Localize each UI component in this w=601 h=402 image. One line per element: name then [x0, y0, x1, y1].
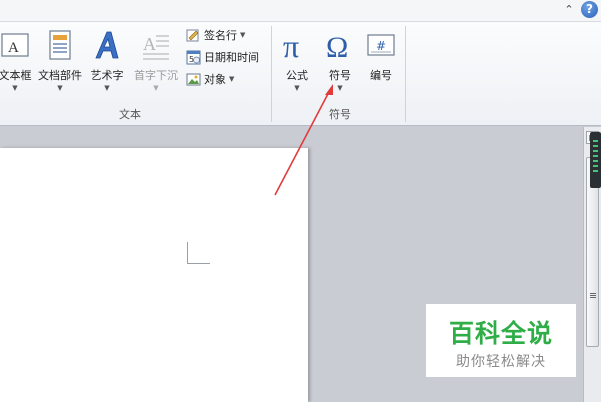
- grip-icon: [590, 293, 596, 294]
- chevron-down-icon: ▼: [229, 75, 235, 83]
- chevron-down-icon: ▼: [240, 31, 246, 39]
- object-button[interactable]: 对象 ▼: [186, 71, 234, 91]
- numbering-icon: #: [367, 34, 395, 56]
- date-time-label: 日期和时间: [204, 51, 259, 64]
- margin-corner-mark: [187, 242, 188, 264]
- object-icon: [186, 73, 201, 85]
- group-separator: [271, 26, 272, 122]
- quickparts-label: 文档部件: [38, 69, 82, 82]
- text-group-label: 文本: [119, 108, 141, 121]
- number-button[interactable]: # 编号: [364, 26, 398, 100]
- pi-icon: π: [283, 28, 299, 62]
- dropcap-button[interactable]: A 首字下沉 ▼: [130, 26, 182, 100]
- watermark-subtitle: 助你轻松解决: [456, 354, 546, 370]
- margin-corner-mark: [187, 263, 210, 264]
- side-meter: [590, 132, 601, 188]
- equation-label: 公式: [286, 69, 308, 82]
- chevron-down-icon: ▼: [294, 84, 300, 92]
- omega-icon: Ω: [326, 31, 348, 62]
- dropcap-icon: A: [143, 34, 169, 60]
- chevron-down-icon: ▼: [57, 84, 63, 92]
- textbox-icon: A: [1, 33, 29, 57]
- wordart-button[interactable]: 艺术字 ▼: [87, 26, 127, 100]
- svg-text:A: A: [8, 40, 19, 56]
- textbox-button[interactable]: A 文本框 ▼: [0, 26, 34, 100]
- chevron-down-icon: ▼: [12, 84, 18, 92]
- symbol-label: 符号: [329, 69, 351, 82]
- chevron-down-icon: ▼: [337, 84, 343, 92]
- svg-text:#: #: [376, 39, 386, 53]
- svg-text:A: A: [143, 34, 156, 54]
- document-page[interactable]: [0, 148, 308, 402]
- group-separator: [405, 26, 406, 122]
- title-strip: ⌃ ?: [0, 0, 601, 22]
- help-icon[interactable]: ?: [581, 1, 598, 18]
- signature-label: 签名行: [204, 29, 237, 42]
- quickparts-button[interactable]: 文档部件 ▼: [35, 26, 85, 100]
- watermark-title: 百科全说: [448, 319, 553, 348]
- wordart-label: 艺术字: [90, 69, 124, 82]
- symbols-group-label: 符号: [329, 108, 351, 121]
- chevron-down-icon: ▼: [104, 84, 110, 92]
- watermark-logo: 百科全说 助你轻松解决: [426, 304, 576, 377]
- signature-line-button[interactable]: 签名行 ▼: [186, 27, 245, 47]
- number-label: 编号: [370, 69, 392, 82]
- wordart-icon: [95, 31, 119, 59]
- signature-icon: [186, 29, 199, 41]
- ribbon-collapse-icon[interactable]: ⌃: [562, 3, 576, 17]
- chevron-down-icon: ▼: [153, 84, 159, 92]
- date-time-button[interactable]: 5 日期和时间: [186, 49, 259, 69]
- svg-text:π: π: [283, 28, 299, 62]
- textbox-label: 文本框: [0, 69, 32, 82]
- calendar-icon: 5: [186, 50, 201, 64]
- quickparts-icon: [49, 30, 71, 60]
- equation-button[interactable]: π 公式 ▼: [280, 26, 314, 100]
- insert-ribbon: A 文本框 ▼ 文档部件 ▼ 艺术字 ▼ A 首字下沉 ▼ 签名行 ▼ 5 日期…: [0, 22, 601, 126]
- symbol-button[interactable]: Ω 符号 ▼: [322, 26, 358, 100]
- svg-text:Ω: Ω: [326, 31, 348, 62]
- dropcap-label: 首字下沉: [134, 69, 178, 82]
- object-label: 对象: [204, 73, 226, 86]
